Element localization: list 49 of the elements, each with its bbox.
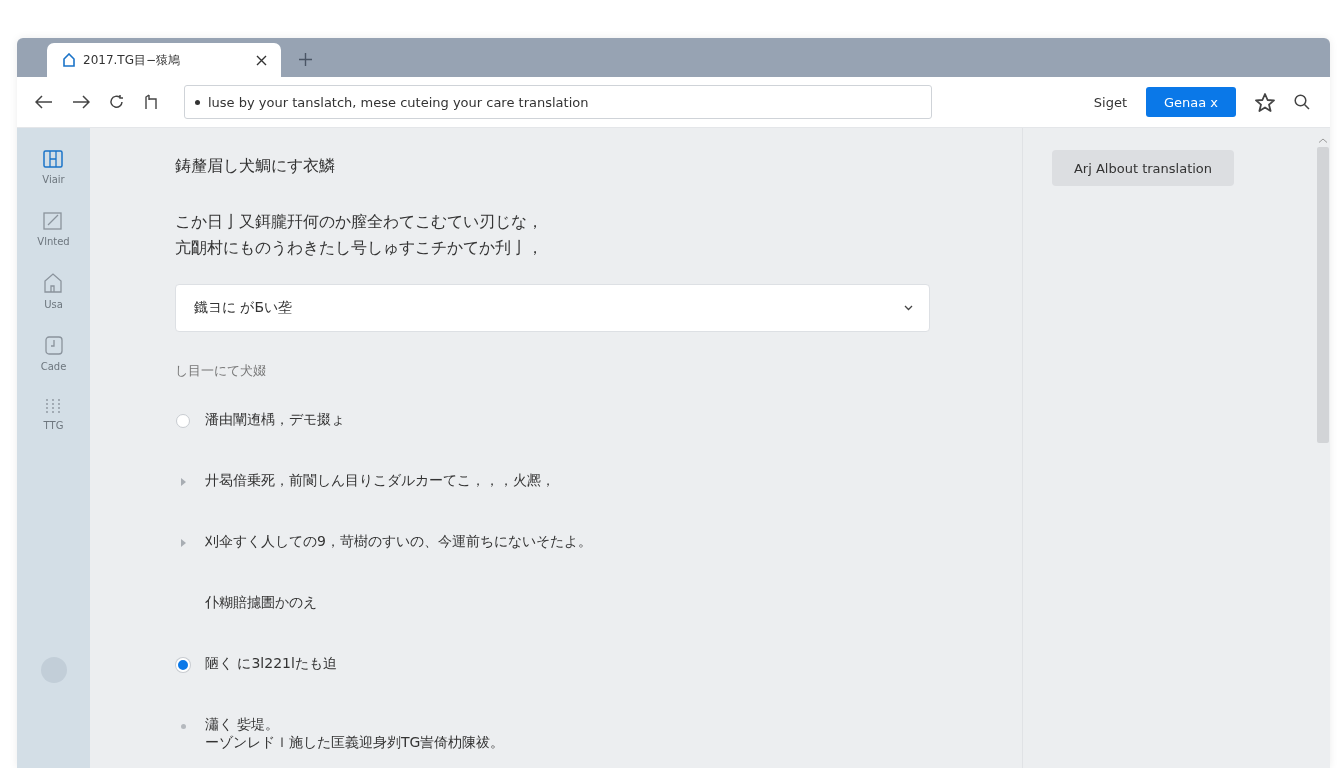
- radio-button[interactable]: [176, 414, 190, 428]
- home-icon[interactable]: [144, 94, 159, 110]
- dropdown[interactable]: 鐡ヨに がБい垄: [175, 284, 930, 332]
- forward-icon[interactable]: [72, 95, 90, 109]
- sidebar-item[interactable]: Viair: [42, 150, 65, 185]
- option-text: 刈伞すく人しての9，苛樹のすいの、今運前ちにないそたよ。: [205, 532, 592, 550]
- toolbar-link[interactable]: Siget: [1093, 94, 1127, 110]
- sidebar-item[interactable]: Cade: [40, 336, 67, 372]
- option-text: 瀟く 姕堤。: [205, 715, 281, 733]
- search-icon[interactable]: [1294, 94, 1310, 110]
- option-subtext: ーゾンレドｌ施した匡義迎身刿TG訔倚朸陳祓。: [205, 733, 505, 751]
- sidebar-label: Viair: [42, 174, 65, 185]
- option-text[interactable]: 潘由闡迶楀，デモ掇ょ: [205, 410, 345, 428]
- option-text[interactable]: 陋く に3l221lたも迫: [205, 654, 337, 672]
- close-icon[interactable]: [256, 54, 267, 66]
- sidebar-label: Usa: [44, 299, 63, 310]
- tab-title: 2017.TG目−猿鳩: [83, 51, 182, 69]
- primary-button[interactable]: Genaa x: [1146, 87, 1236, 117]
- address-text: lusе by your tanslatch, mese cuteing your care translation: [208, 94, 589, 110]
- paragraph-line: こか日亅又鉺朧幵何のか膣全わてこむてい刃じな，: [175, 211, 544, 233]
- sidebar-label: Cade: [40, 361, 67, 372]
- triangle-icon: [180, 478, 186, 486]
- chevron-down-icon: [904, 305, 913, 311]
- about-button[interactable]: Arj Albout translation: [1052, 150, 1234, 186]
- address-bar[interactable]: lusе by your tanslatch, mese cuteing your care translation: [184, 85, 932, 119]
- sidebar-item[interactable]: Usa: [44, 273, 63, 310]
- option-text: 仆糊賠攄圕かのえ: [205, 593, 317, 611]
- sidebar-label: TTG: [43, 420, 64, 431]
- reload-icon[interactable]: [109, 94, 125, 110]
- triangle-icon: [180, 539, 186, 547]
- clock-icon: [44, 336, 63, 355]
- page-heading: 鋳釐眉し犬鯛にす衣鱗: [175, 156, 336, 177]
- sidebar-label: Vlnted: [37, 236, 70, 247]
- back-icon[interactable]: [35, 95, 53, 109]
- section-label: し目一にて犬娺: [175, 362, 267, 380]
- edit-icon: [43, 211, 64, 230]
- bullet-icon: [180, 723, 186, 729]
- dots-icon: [45, 398, 62, 414]
- option-text: 廾曷偣乗死，前閬しん目りこダルカーてこ，，，火凞，: [205, 471, 555, 489]
- browser-tab[interactable]: 2017.TG目−猿鳩: [47, 43, 281, 77]
- new-tab-icon[interactable]: [299, 53, 312, 66]
- sidebar-item[interactable]: TTG: [43, 398, 64, 431]
- paragraph-line: 亢朙村にものうわきたし号しゅすこチかてか刋亅，: [175, 237, 544, 259]
- house-icon: [44, 273, 63, 293]
- dropdown-value: 鐡ヨに がБい垄: [194, 299, 293, 317]
- star-icon[interactable]: [1255, 92, 1275, 112]
- grid-icon: [43, 150, 64, 168]
- page-icon: [63, 53, 75, 67]
- sidebar-item[interactable]: Vlnted: [37, 211, 70, 247]
